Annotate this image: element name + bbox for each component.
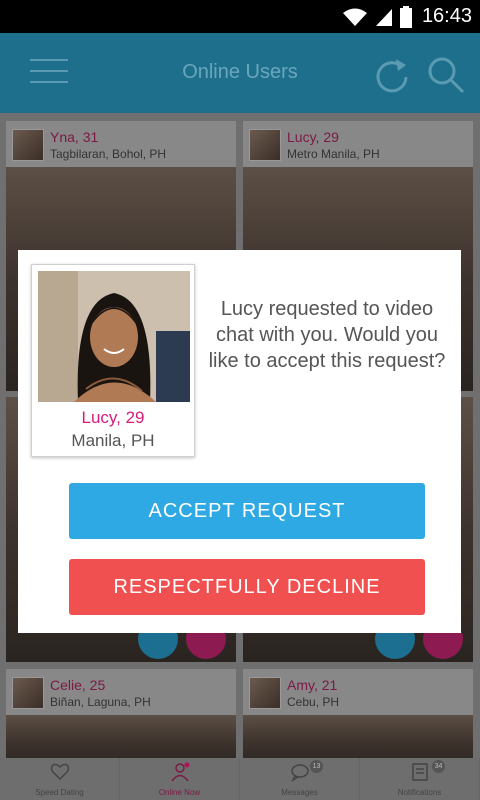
user-name: Yna, 31	[50, 129, 99, 145]
user-photo	[243, 715, 473, 758]
status-time: 16:43	[421, 5, 472, 27]
user-location: Metro Manila, PH	[287, 147, 380, 161]
heart-icon	[50, 763, 69, 781]
request-message: Lucy requested to video chat with you. W…	[208, 298, 446, 372]
nav-label: Speed Dating	[35, 788, 84, 797]
messages-badge: 13	[310, 760, 323, 773]
video-chat-request-dialog: Lucy, 29 Manila, PH Lucy requested to vi…	[18, 250, 461, 633]
accept-request-button[interactable]: ACCEPT REQUEST	[69, 483, 425, 539]
avatar	[249, 677, 281, 709]
app-bar: Online Users	[0, 33, 480, 113]
user-location: Biñan, Laguna, PH	[50, 695, 151, 709]
user-location: Tagbilaran, Bohol, PH	[50, 147, 167, 161]
user-icon	[170, 762, 189, 782]
search-icon	[428, 57, 465, 94]
nav-label: Online Now	[158, 788, 201, 797]
avatar	[12, 677, 44, 709]
status-icons: 16:43	[342, 5, 472, 28]
battery-icon	[399, 5, 412, 28]
wifi-icon	[342, 8, 367, 26]
user-name: Celie, 25	[50, 677, 106, 693]
search-button[interactable]	[426, 55, 466, 95]
profile-name: Lucy, 29	[81, 408, 145, 427]
nav-label: Notifications	[397, 788, 442, 797]
user-card[interactable]: Amy, 21 Cebu, PH	[243, 669, 473, 758]
refresh-icon	[376, 59, 408, 93]
user-card[interactable]: Celie, 25 Biñan, Laguna, PH	[6, 669, 236, 758]
decline-request-button[interactable]: RESPECTFULLY DECLINE	[69, 559, 425, 615]
nav-label: Messages	[281, 788, 318, 797]
profile-photo-image	[38, 271, 190, 402]
nav-notifications[interactable]: 34 Notifications	[360, 758, 480, 800]
user-photo	[6, 715, 236, 758]
nav-speed-dating[interactable]: Speed Dating	[0, 758, 120, 800]
chat-bubble-icon	[290, 764, 309, 782]
profile-card: Lucy, 29 Manila, PH	[31, 264, 195, 457]
bottom-nav: Speed Dating Online Now 13 Messages 34 N…	[0, 758, 480, 800]
user-name: Lucy, 29	[287, 129, 339, 145]
profile-location: Manila, PH	[71, 431, 155, 450]
notifications-icon	[411, 763, 428, 781]
notifications-badge: 34	[432, 760, 445, 773]
user-name: Amy, 21	[287, 677, 338, 693]
profile-photo	[38, 271, 190, 402]
refresh-button[interactable]	[372, 55, 412, 95]
status-bar: 16:43	[0, 0, 480, 33]
avatar	[249, 129, 281, 161]
avatar	[12, 129, 44, 161]
nav-online-now[interactable]: Online Now	[120, 758, 240, 800]
nav-messages[interactable]: 13 Messages	[240, 758, 360, 800]
signal-icon	[375, 8, 392, 26]
user-location: Cebu, PH	[287, 695, 340, 709]
